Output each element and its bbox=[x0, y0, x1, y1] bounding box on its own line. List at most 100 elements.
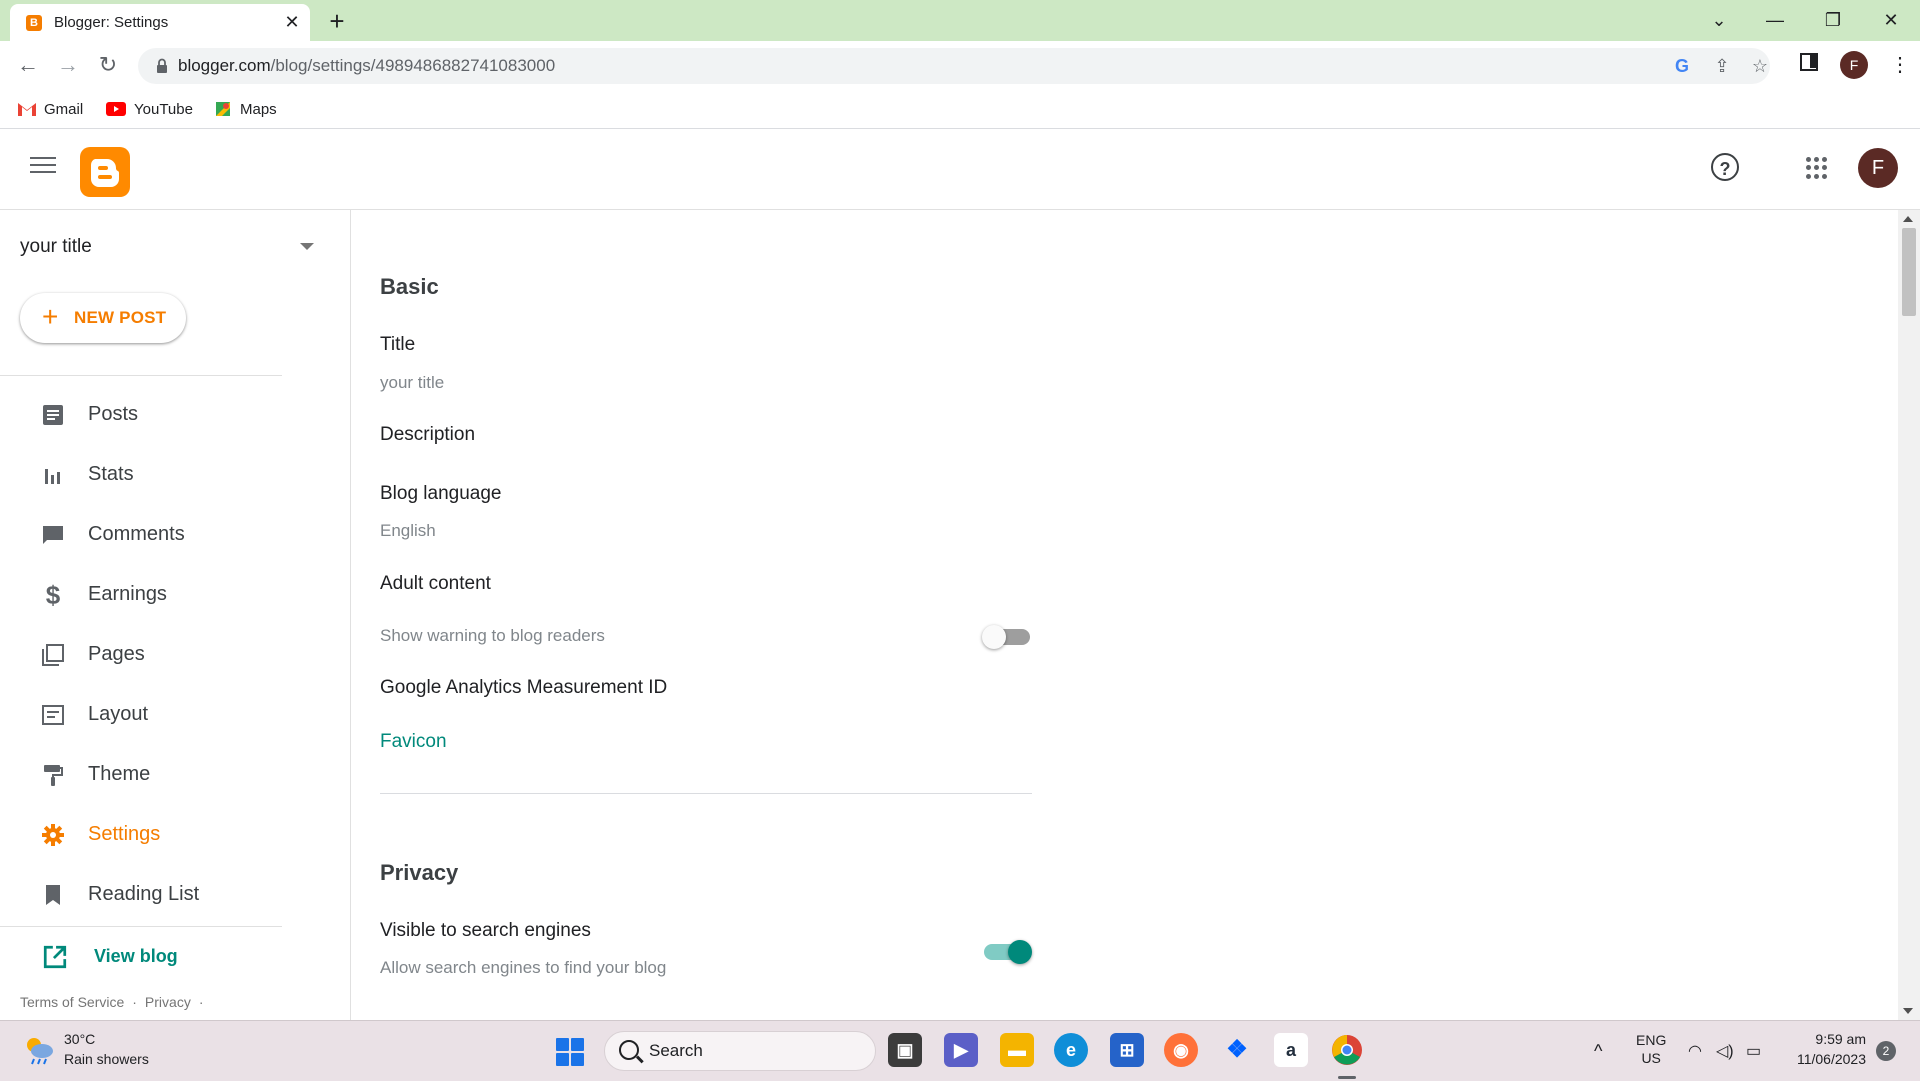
earnings-icon: $ bbox=[45, 580, 61, 610]
sidebar-item-earnings[interactable]: $ Earnings bbox=[0, 570, 282, 620]
back-button[interactable]: ← bbox=[12, 49, 44, 81]
help-icon[interactable]: ? bbox=[1711, 153, 1739, 181]
section-title-privacy: Privacy bbox=[380, 860, 459, 885]
restore-button[interactable]: ❐ bbox=[1808, 4, 1858, 36]
sidebar-item-comments[interactable]: Comments bbox=[0, 510, 282, 560]
sidebar-item-pages[interactable]: Pages bbox=[0, 630, 282, 680]
scroll-thumb[interactable] bbox=[1902, 228, 1916, 316]
hamburger-menu-icon[interactable] bbox=[30, 157, 56, 177]
terms-link[interactable]: Terms of Service bbox=[20, 994, 124, 1010]
view-blog-link[interactable]: View blog bbox=[94, 946, 178, 967]
weather-rain-icon[interactable] bbox=[22, 1035, 56, 1065]
clock-date[interactable]: 11/06/2023 bbox=[1776, 1051, 1866, 1067]
show-hidden-icons-chevron-icon[interactable]: ^ bbox=[1594, 1041, 1602, 1062]
firefox-icon[interactable]: ◉ bbox=[1164, 1033, 1198, 1067]
browser-tab[interactable]: B Blogger: Settings ✕ bbox=[10, 4, 310, 41]
app-header: ? F bbox=[0, 129, 1920, 210]
notification-badge[interactable]: 2 bbox=[1876, 1041, 1896, 1061]
theme-icon bbox=[44, 765, 63, 786]
setting-language-label[interactable]: Blog language bbox=[380, 483, 502, 505]
battery-icon[interactable]: ▭ bbox=[1746, 1041, 1761, 1061]
forward-button[interactable]: → bbox=[52, 49, 84, 81]
edge-browser-icon[interactable]: e bbox=[1054, 1033, 1088, 1067]
setting-title-value[interactable]: your title bbox=[380, 373, 444, 393]
bookmark-gmail[interactable]: Gmail bbox=[18, 98, 83, 120]
maps-icon bbox=[216, 102, 230, 116]
new-tab-button[interactable]: + bbox=[322, 6, 352, 36]
posts-icon bbox=[43, 405, 63, 425]
sidebar-item-settings[interactable]: Settings bbox=[0, 810, 282, 860]
windows-start-icon[interactable] bbox=[556, 1038, 584, 1066]
close-window-button[interactable]: ✕ bbox=[1866, 4, 1916, 36]
search-visibility-toggle[interactable] bbox=[984, 940, 1032, 964]
setting-description-label[interactable]: Description bbox=[380, 424, 475, 446]
sidebar-item-layout[interactable]: Layout bbox=[0, 690, 282, 740]
sidebar-item-label: Earnings bbox=[88, 583, 167, 605]
star-bookmark-icon[interactable]: ☆ bbox=[1748, 54, 1772, 78]
reload-button[interactable]: ↻ bbox=[92, 49, 124, 81]
setting-title-label[interactable]: Title bbox=[380, 334, 415, 356]
bookmark-icon bbox=[46, 885, 60, 905]
file-explorer-icon[interactable]: ▬ bbox=[1000, 1033, 1034, 1067]
sidebar-item-reading-list[interactable]: Reading List bbox=[0, 870, 282, 920]
taskbar-search-label: Search bbox=[649, 1041, 703, 1060]
bookmark-label: Gmail bbox=[44, 100, 84, 118]
volume-icon[interactable]: ◁) bbox=[1716, 1041, 1734, 1061]
chrome-icon bbox=[1332, 1035, 1362, 1065]
section-title-basic: Basic bbox=[380, 274, 439, 299]
close-tab-icon[interactable]: ✕ bbox=[280, 10, 304, 34]
weather-description: Rain showers bbox=[64, 1051, 149, 1067]
setting-language-value[interactable]: English bbox=[380, 521, 436, 541]
dropbox-icon[interactable]: ❖ bbox=[1220, 1033, 1254, 1067]
sidebar-item-label: Theme bbox=[88, 763, 151, 785]
microsoft-store-icon[interactable]: ⊞ bbox=[1110, 1033, 1144, 1067]
input-language[interactable]: ENG US bbox=[1636, 1031, 1666, 1067]
google-apps-icon[interactable] bbox=[1806, 157, 1828, 179]
sidebar-item-posts[interactable]: Posts bbox=[0, 390, 282, 440]
sidebar-item-label: Posts bbox=[88, 403, 139, 425]
page-scrollbar[interactable] bbox=[1898, 210, 1920, 1020]
setting-analytics-label[interactable]: Google Analytics Measurement ID bbox=[380, 677, 667, 699]
sidebar-item-stats[interactable]: Stats bbox=[0, 450, 282, 500]
url-path: /blog/settings/4989486882741083000 bbox=[270, 56, 556, 75]
scroll-up-arrow-icon[interactable] bbox=[1903, 216, 1913, 222]
browser-tab-strip: B Blogger: Settings ✕ + ⌄ — ❐ ✕ bbox=[0, 0, 1920, 41]
profile-avatar[interactable]: F bbox=[1840, 51, 1868, 79]
sidebar: your title + NEW POST Posts Stats Commen… bbox=[0, 210, 351, 1020]
favicon-link[interactable]: Favicon bbox=[380, 731, 447, 753]
tab-search-chevron-icon[interactable]: ⌄ bbox=[1694, 4, 1744, 36]
blog-selector[interactable]: your title bbox=[20, 236, 92, 258]
bookmark-maps[interactable]: Maps bbox=[214, 98, 277, 120]
caret-down-icon[interactable] bbox=[300, 243, 314, 250]
toggle-thumb bbox=[1008, 940, 1032, 964]
blogger-logo[interactable] bbox=[80, 147, 130, 197]
search-icon bbox=[619, 1040, 639, 1060]
teams-chat-icon[interactable]: ▶ bbox=[944, 1033, 978, 1067]
task-view-icon[interactable]: ▣ bbox=[888, 1033, 922, 1067]
bookmark-youtube[interactable]: YouTube bbox=[106, 98, 193, 120]
sidebar-divider bbox=[0, 926, 282, 927]
scroll-down-arrow-icon[interactable] bbox=[1903, 1008, 1913, 1014]
wifi-icon[interactable]: ◠ bbox=[1688, 1041, 1702, 1061]
account-avatar[interactable]: F bbox=[1858, 148, 1898, 188]
more-menu-icon[interactable]: ⋮ bbox=[1890, 51, 1910, 79]
plus-icon: + bbox=[42, 301, 59, 332]
minimize-button[interactable]: — bbox=[1750, 4, 1800, 36]
taskbar-search[interactable]: Search bbox=[604, 1031, 876, 1071]
open-in-new-icon[interactable] bbox=[42, 944, 68, 970]
section-divider bbox=[380, 793, 1032, 794]
adult-content-toggle[interactable] bbox=[982, 625, 1030, 649]
toggle-thumb bbox=[982, 625, 1006, 649]
bookmark-label: YouTube bbox=[134, 100, 193, 118]
address-bar[interactable]: blogger.com/blog/settings/49894868827410… bbox=[138, 48, 1770, 84]
amazon-icon[interactable]: a bbox=[1274, 1033, 1308, 1067]
side-panel-icon[interactable] bbox=[1800, 53, 1818, 71]
sidebar-item-theme[interactable]: Theme bbox=[0, 750, 282, 800]
clock-time[interactable]: 9:59 am bbox=[1776, 1031, 1866, 1047]
new-post-button[interactable]: + NEW POST bbox=[20, 293, 186, 343]
footer-separator: · bbox=[198, 994, 204, 1010]
privacy-link[interactable]: Privacy bbox=[145, 994, 191, 1010]
google-lens-icon[interactable]: G bbox=[1670, 54, 1694, 78]
share-icon[interactable]: ⇪ bbox=[1710, 54, 1734, 78]
chrome-taskbar-icon[interactable] bbox=[1330, 1033, 1364, 1067]
